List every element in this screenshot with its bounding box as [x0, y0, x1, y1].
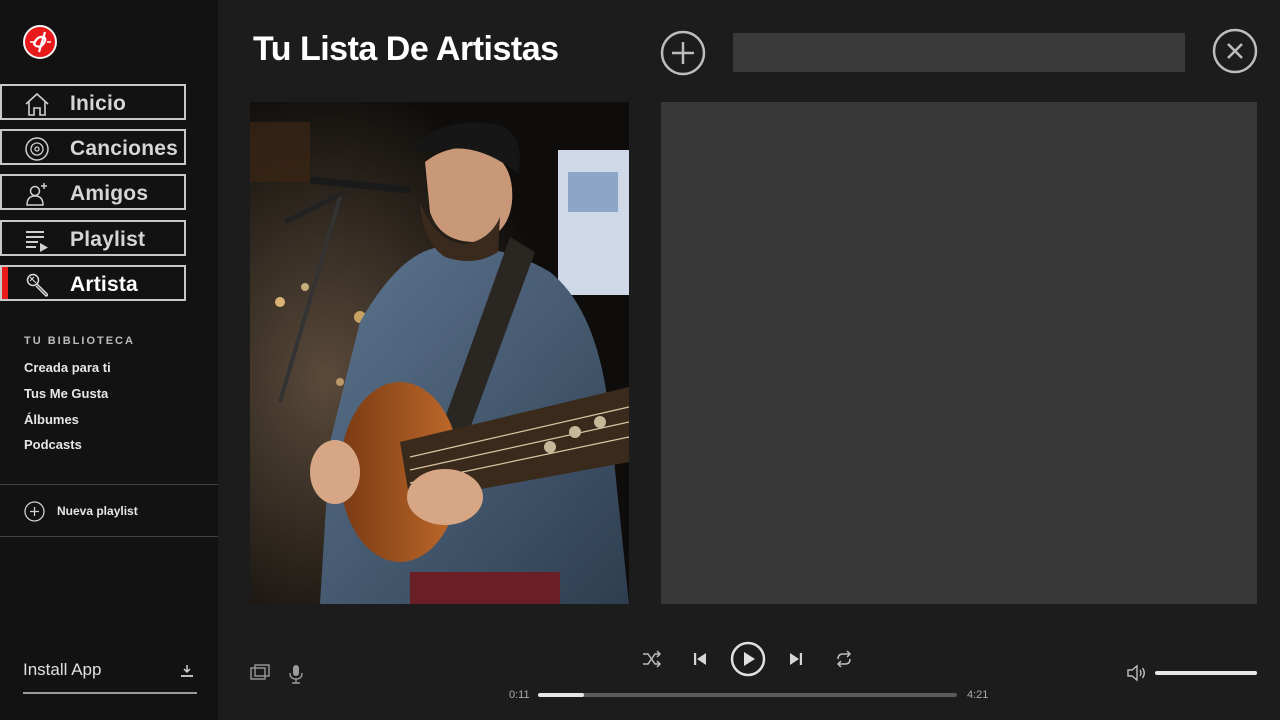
- divider: [0, 536, 218, 537]
- nav-label: Amigos: [70, 182, 149, 205]
- new-playlist-label: Nueva playlist: [57, 504, 138, 518]
- microphone-icon: [26, 273, 49, 297]
- new-playlist-button[interactable]: Nueva playlist: [24, 500, 138, 522]
- next-track-icon[interactable]: [789, 651, 803, 667]
- library-item-albums[interactable]: Álbumes: [24, 412, 79, 427]
- library-item-made-for-you[interactable]: Creada para ti: [24, 360, 111, 375]
- volume-icon[interactable]: [1127, 664, 1147, 682]
- artist-photo[interactable]: [250, 102, 629, 604]
- divider: [0, 484, 218, 485]
- install-app-button[interactable]: Install App: [23, 658, 197, 694]
- home-icon: [25, 92, 49, 116]
- download-icon: [181, 665, 193, 677]
- devices-icon[interactable]: [250, 664, 270, 682]
- playlist-icon: [26, 231, 48, 252]
- progress-fill: [538, 693, 585, 697]
- app-logo[interactable]: [23, 25, 57, 59]
- library-item-podcasts[interactable]: Podcasts: [24, 437, 82, 452]
- disc-icon: [25, 137, 49, 161]
- search-input[interactable]: [733, 33, 1185, 72]
- nav-item-playlist[interactable]: Playlist: [0, 220, 186, 256]
- sidebar: Inicio Canciones Amigos Playlist Artista…: [0, 0, 218, 720]
- nav-item-amigos[interactable]: Amigos: [0, 174, 186, 210]
- nav-label: Canciones: [70, 137, 178, 160]
- lyrics-mic-icon[interactable]: [289, 664, 303, 684]
- progress-bar[interactable]: [538, 693, 957, 697]
- play-icon[interactable]: [729, 640, 767, 678]
- nav-item-canciones[interactable]: Canciones: [0, 129, 186, 165]
- nav-item-artista[interactable]: Artista: [0, 265, 186, 301]
- volume-fill: [1155, 671, 1257, 675]
- repeat-icon[interactable]: [835, 650, 853, 668]
- volume-slider[interactable]: [1155, 671, 1257, 675]
- duration: 4:21: [967, 689, 989, 701]
- nav-label: Playlist: [70, 228, 146, 251]
- close-icon[interactable]: [1212, 28, 1258, 74]
- add-artist-icon[interactable]: [660, 30, 706, 76]
- library-header: TU BIBLIOTECA: [24, 335, 135, 347]
- install-app-label: Install App: [23, 660, 102, 679]
- nav-item-inicio[interactable]: Inicio: [0, 84, 186, 120]
- library-item-liked[interactable]: Tus Me Gusta: [24, 386, 108, 401]
- nav-label: Inicio: [70, 92, 127, 115]
- add-friend-icon: [26, 183, 47, 206]
- shuffle-icon[interactable]: [642, 650, 662, 668]
- page-title: Tu Lista De Artistas: [253, 30, 559, 68]
- artist-detail-panel: [661, 102, 1257, 604]
- nav-label: Artista: [70, 273, 138, 296]
- previous-track-icon[interactable]: [693, 651, 707, 667]
- plus-circle-icon: [24, 500, 45, 522]
- current-time: 0:11: [509, 689, 530, 701]
